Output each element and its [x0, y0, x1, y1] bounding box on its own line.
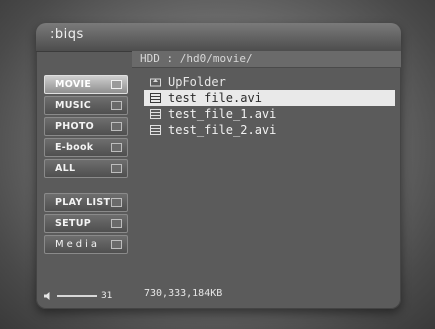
list-item[interactable]: test_file_1.avi	[144, 106, 395, 122]
sidebar-item-photo[interactable]: PHOTO	[44, 117, 128, 136]
sidebar-item-label: Media	[55, 239, 101, 250]
volume-level: 31	[101, 291, 113, 301]
media-player-screen: :biqs HDD : /hd0/movie/ MOVIE MUSIC PHOT…	[36, 23, 401, 309]
file-name: test_file_2.avi	[168, 123, 277, 137]
volume-control[interactable]: 31	[44, 288, 130, 304]
all-icon	[111, 164, 122, 173]
music-icon	[111, 101, 122, 110]
sidebar-item-ebook[interactable]: E-book	[44, 138, 128, 157]
list-item-upfolder[interactable]: UpFolder	[144, 74, 395, 90]
status-file-size: 730,333,184KB	[144, 288, 223, 299]
up-folder-icon	[150, 78, 161, 87]
sidebar-item-label: PHOTO	[55, 121, 95, 132]
sidebar-item-label: MOVIE	[55, 79, 92, 90]
list-item-selected[interactable]: test file.avi	[144, 90, 395, 106]
photo-icon	[111, 122, 122, 131]
media-icon	[111, 240, 122, 249]
ebook-icon	[111, 143, 122, 152]
sidebar-item-setup[interactable]: SETUP	[44, 214, 128, 233]
sidebar-item-label: ALL	[55, 163, 76, 174]
sidebar-item-label: SETUP	[55, 218, 91, 229]
sidebar-item-movie[interactable]: MOVIE	[44, 75, 128, 94]
file-name: test file.avi	[168, 91, 262, 105]
sidebar-item-label: PLAY LIST	[55, 197, 111, 208]
current-path: HDD : /hd0/movie/	[132, 51, 401, 68]
speaker-icon	[44, 292, 50, 300]
sidebar-item-playlist[interactable]: PLAY LIST	[44, 193, 128, 212]
sidebar-item-all[interactable]: ALL	[44, 159, 128, 178]
sidebar-item-label: MUSIC	[55, 100, 92, 111]
sidebar-item-label: E-book	[55, 142, 94, 153]
sidebar-item-music[interactable]: MUSIC	[44, 96, 128, 115]
brand-logo: :biqs	[50, 27, 84, 42]
video-file-icon	[150, 93, 161, 103]
video-file-icon	[150, 125, 161, 135]
movie-icon	[111, 80, 122, 89]
sidebar: MOVIE MUSIC PHOTO E-book ALL PLAY LIST S…	[44, 75, 130, 301]
playlist-icon	[111, 198, 122, 207]
video-file-icon	[150, 109, 161, 119]
setup-icon	[111, 219, 122, 228]
file-name: test_file_1.avi	[168, 107, 277, 121]
list-item[interactable]: test_file_2.avi	[144, 122, 395, 138]
sidebar-item-media[interactable]: Media	[44, 235, 128, 254]
volume-bar[interactable]	[57, 295, 97, 297]
file-list: UpFolder test file.avi test_file_1.avi t…	[144, 74, 395, 138]
file-name: UpFolder	[168, 75, 226, 89]
top-bar: :biqs	[36, 23, 401, 52]
